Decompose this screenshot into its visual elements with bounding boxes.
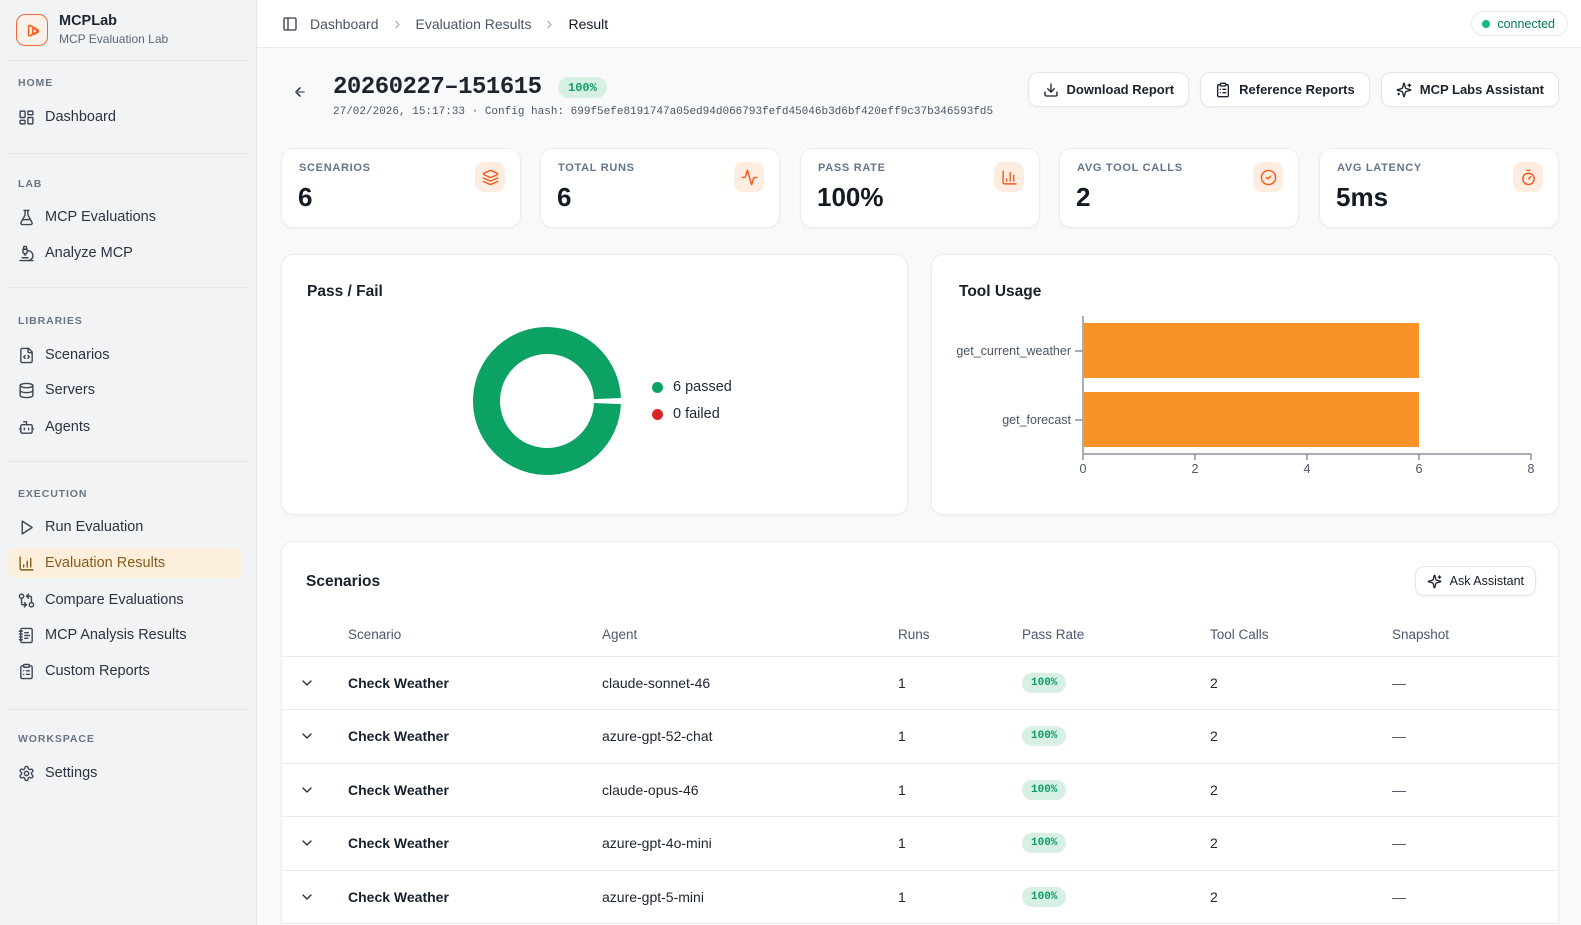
svg-text:get_current_weather: get_current_weather (956, 344, 1071, 358)
svg-text:6: 6 (1416, 462, 1423, 476)
svg-text:4: 4 (1304, 462, 1311, 476)
svg-text:8: 8 (1528, 462, 1535, 476)
svg-text:0: 0 (1080, 462, 1087, 476)
svg-text:get_forecast: get_forecast (1002, 413, 1071, 427)
svg-text:2: 2 (1192, 462, 1199, 476)
